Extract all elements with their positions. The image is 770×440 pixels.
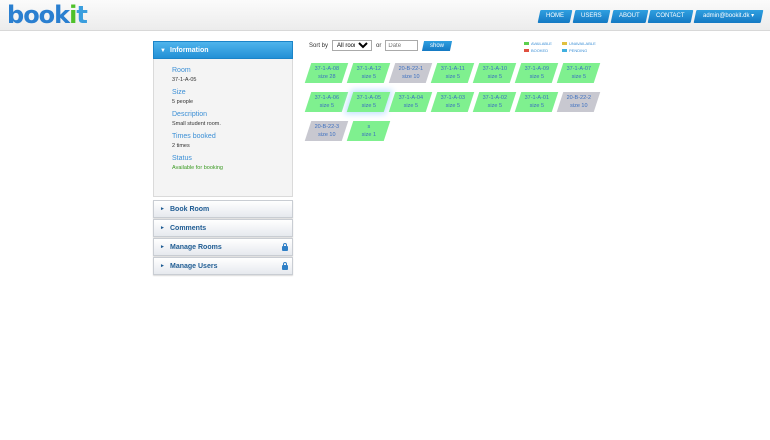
information-panel-header[interactable]: ▼ Information [153,41,293,59]
room-name: 37-1-A-04 [398,95,424,101]
room-name: 37-1-A-01 [524,95,550,101]
nav-users[interactable]: USERS [572,10,611,23]
show-button[interactable]: show [422,40,453,51]
room-tile[interactable]: 37-1-A-01 size 5 [514,92,559,112]
sort-select[interactable]: All rooms [332,40,373,51]
room-name: 20-B-22-3 [314,124,340,130]
room-size: size 5 [361,103,377,109]
room-tile[interactable]: 37-1-A-11 size 5 [430,63,475,83]
room-tile[interactable]: 37-1-A-08 size 28 [304,63,349,83]
legend-pending: Pending [562,48,602,53]
expanded-arrow-icon: ▼ [160,48,166,54]
legend-unavailable: Unavailable [562,41,602,46]
times-booked-value: 2 times [172,143,190,149]
room-tile[interactable]: 20-B-22-3 size 10 [304,121,349,141]
room-tile[interactable]: 37-1-A-06 size 5 [304,92,349,112]
collapsed-arrow-icon: ► [160,263,165,269]
status-label: Status [172,155,192,162]
room-tile[interactable]: 37-1-A-10 size 5 [472,63,517,83]
sort-by-label: Sort by [309,42,329,49]
room-size: size 5 [487,74,503,80]
room-name: 37-1-A-11 [440,66,465,72]
legend-available: Available [524,41,558,46]
legend-booked: Booked [524,48,558,53]
room-name: 37-1-A-07 [566,66,592,72]
room-name: 37-1-A-10 [482,66,508,72]
room-tile[interactable]: 37-1-A-03 size 5 [430,92,475,112]
room-tile[interactable]: 37-1-A-12 size 5 [346,63,391,83]
room-tile[interactable]: 37-1-A-05 size 5 [346,92,391,112]
information-panel: Room 37-1-A-05 Size 5 people Description… [153,59,293,197]
room-name: s [367,124,371,130]
book-room-panel[interactable]: ► Book Room [153,200,293,218]
room-size: size 5 [319,103,335,109]
room-size: size 10 [318,132,336,138]
times-booked-label: Times booked [172,133,216,140]
status-legend: Available Unavailable Booked Pending [524,41,604,53]
size-label: Size [172,89,186,96]
room-size: size 5 [361,74,377,80]
room-tile[interactable]: 37-1-A-04 size 5 [388,92,433,112]
room-name: 37-1-A-02 [482,95,508,101]
description-value: Small student room. [172,121,221,127]
room-size: size 5 [445,103,461,109]
room-tile[interactable]: 37-1-A-07 size 5 [556,63,601,83]
nav-contact[interactable]: CONTACT [647,10,694,23]
room-label: Room [172,67,191,74]
lock-icon [282,262,288,270]
room-name: 37-1-A-08 [314,66,340,72]
room-name: 37-1-A-03 [440,95,466,101]
lock-icon [282,243,288,251]
room-value: 37-1-A-05 [172,77,197,83]
room-tile[interactable]: 20-B-22-1 size 10 [388,63,433,83]
room-name: 37-1-A-09 [524,66,550,72]
room-size: size 10 [402,74,420,80]
room-size: size 1 [361,132,377,138]
manage-rooms-panel[interactable]: ► Manage Rooms [153,238,293,256]
room-size: size 5 [571,74,587,80]
room-name: 37-1-A-05 [356,95,382,101]
room-tile[interactable]: 37-1-A-02 size 5 [472,92,517,112]
sort-bar: Sort by All rooms or show [309,40,453,51]
room-size: size 5 [529,103,545,109]
or-label: or [376,42,382,49]
size-value: 5 people [172,99,194,105]
room-size: size 10 [570,103,588,109]
collapsed-arrow-icon: ► [160,225,165,231]
room-name: 20-B-22-2 [566,95,592,101]
header: bookit HOME USERS ABOUT CONTACT admin@bo… [0,0,770,31]
room-size: size 5 [529,74,545,80]
comments-panel[interactable]: ► Comments [153,219,293,237]
collapsed-arrow-icon: ► [160,206,165,212]
nav-home[interactable]: HOME [537,10,573,23]
room-name: 37-1-A-06 [314,95,340,101]
date-input[interactable] [385,40,419,51]
room-tile[interactable]: 20-B-22-2 size 10 [556,92,601,112]
top-navigation: HOME USERS ABOUT CONTACT admin@bookit.dk… [537,10,764,23]
nav-about[interactable]: ABOUT [610,10,648,23]
description-label: Description [172,111,208,118]
room-name: 20-B-22-1 [398,66,424,72]
sidebar-accordion: ▼ Information Room 37-1-A-05 Size 5 peop… [153,41,293,275]
bookit-logo[interactable]: bookit [7,2,88,28]
room-name: 37-1-A-12 [356,66,382,72]
collapsed-arrow-icon: ► [160,244,165,250]
room-size: size 5 [487,103,503,109]
room-size: size 5 [403,103,419,109]
room-size: size 28 [318,74,336,80]
room-tile[interactable]: s size 1 [346,121,391,141]
manage-users-panel[interactable]: ► Manage Users [153,257,293,275]
user-menu[interactable]: admin@bookit.dk ▾ [693,10,764,23]
status-value: Available for booking [172,165,223,171]
room-tile[interactable]: 37-1-A-09 size 5 [514,63,559,83]
room-size: size 5 [445,74,461,80]
